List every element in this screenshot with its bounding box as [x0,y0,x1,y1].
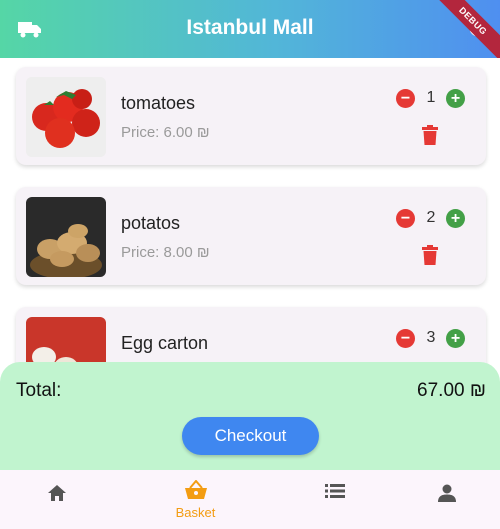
nav-item-profile[interactable] [384,470,500,529]
item-name: tomatoes [121,93,196,113]
tomatoes-image [26,77,106,157]
increase-button[interactable]: + [446,209,465,228]
total-label: Total: [16,380,62,401]
total-value: 67.00 ₪ [417,380,486,401]
decrease-button[interactable]: − [396,329,415,348]
list-item: tomatoes Price: 6.00 ₪ − 1 + [16,67,486,165]
person-icon [384,484,500,507]
nav-item-home[interactable] [0,470,119,529]
nav-item-basket[interactable]: Basket [133,470,258,529]
item-name: Egg carton [121,333,209,353]
app-title: Istanbul Mall [186,16,314,39]
decrease-button[interactable]: − [396,89,415,108]
trash-icon[interactable] [422,125,438,150]
item-quantity: 3 [426,329,436,346]
checkout-panel: Total: 67.00 ₪ Checkout [0,362,500,472]
item-quantity: 1 [426,89,436,106]
trash-icon[interactable] [422,245,438,270]
home-icon [0,484,119,507]
list-item: potatos Price: 8.00 ₪ − 2 + [16,187,486,285]
decrease-button[interactable]: − [396,209,415,228]
item-name: potatos [121,213,181,233]
item-quantity: 2 [426,209,436,226]
nav-label-basket: Basket [175,505,216,520]
app-bar: Istanbul Mall DEBUG [0,0,500,67]
bottom-nav: Basket [0,470,500,529]
nav-item-orders[interactable] [272,470,397,529]
basket-icon [133,479,258,505]
quantity-stepper: − 3 + [396,329,486,349]
increase-button[interactable]: + [446,329,465,348]
checkout-button[interactable]: Checkout [182,417,319,455]
quantity-stepper: − 2 + [396,209,486,229]
increase-button[interactable]: + [446,89,465,108]
potatoes-image [26,197,106,277]
list-icon [272,484,397,503]
item-price: Price: 8.00 ₪ [121,244,210,261]
item-price: Price: 6.00 ₪ [121,124,210,141]
quantity-stepper: − 1 + [396,89,486,109]
